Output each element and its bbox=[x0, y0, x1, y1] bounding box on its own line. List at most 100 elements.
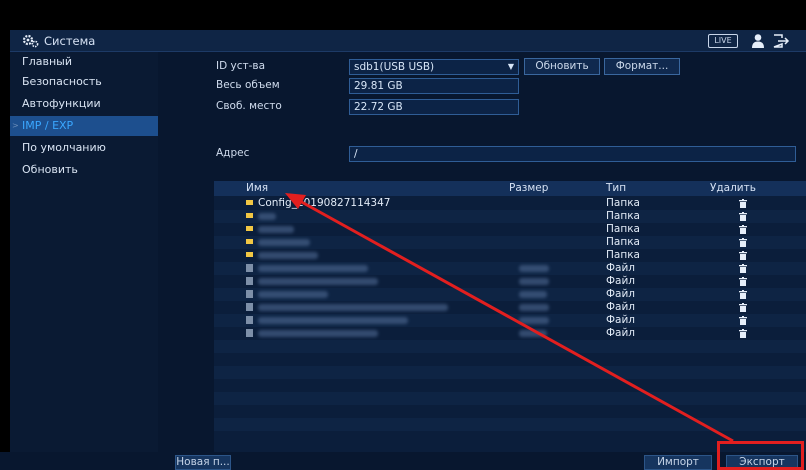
sidebar-item-default[interactable]: По умолчанию bbox=[10, 138, 158, 158]
table-row[interactable]: Файл bbox=[214, 327, 806, 340]
file-icon bbox=[246, 264, 253, 272]
trash-icon[interactable] bbox=[739, 290, 747, 299]
table-row[interactable]: Файл bbox=[214, 262, 806, 275]
trash-icon[interactable] bbox=[739, 264, 747, 273]
sidebar-menu: Главный Безопасность Автофункции > IMP / … bbox=[10, 52, 158, 470]
sidebar-item-autofunctions[interactable]: Автофункции bbox=[10, 94, 158, 114]
trash-icon[interactable] bbox=[739, 251, 747, 260]
folder-icon bbox=[246, 213, 253, 218]
settings-gear-icon bbox=[22, 34, 39, 48]
device-select-value: sdb1(USB USB) bbox=[354, 61, 435, 73]
table-row-empty bbox=[214, 392, 806, 405]
row-type: Папка bbox=[606, 236, 640, 248]
free-space-label: Своб. место bbox=[216, 100, 282, 112]
format-button[interactable]: Формат... bbox=[604, 58, 680, 75]
table-row-empty bbox=[214, 366, 806, 379]
total-size-label: Весь объем bbox=[216, 79, 280, 91]
file-table: Имя Размер Тип Удалить Config_2019082711… bbox=[214, 181, 806, 459]
row-type: Файл bbox=[606, 327, 636, 339]
window-title: Система bbox=[44, 34, 96, 48]
main-content: ID уст-ва sdb1(USB USB) ▼ Обновить Форма… bbox=[170, 52, 806, 470]
folder-icon bbox=[246, 200, 253, 205]
trash-icon[interactable] bbox=[739, 212, 747, 221]
table-row-empty bbox=[214, 405, 806, 418]
trash-icon[interactable] bbox=[739, 238, 747, 247]
column-header-name[interactable]: Имя bbox=[246, 182, 268, 194]
table-row[interactable]: Файл bbox=[214, 288, 806, 301]
title-bar: Система LIVE bbox=[10, 30, 806, 52]
row-type: Папка bbox=[606, 223, 640, 235]
folder-icon bbox=[246, 252, 253, 257]
table-row[interactable]: Папка bbox=[214, 210, 806, 223]
user-icon[interactable] bbox=[751, 33, 765, 49]
table-header: Имя Размер Тип Удалить bbox=[214, 181, 806, 196]
sidebar-item-label: Автофункции bbox=[22, 97, 101, 110]
import-button[interactable]: Импорт bbox=[644, 455, 712, 470]
table-row[interactable]: Папка bbox=[214, 223, 806, 236]
blurred-name bbox=[258, 213, 276, 220]
table-row-empty bbox=[214, 340, 806, 353]
address-label: Адрес bbox=[216, 147, 250, 159]
export-button[interactable]: Экспорт bbox=[726, 455, 798, 470]
folder-icon bbox=[246, 226, 253, 231]
trash-icon[interactable] bbox=[739, 329, 747, 338]
column-header-type[interactable]: Тип bbox=[606, 182, 626, 194]
row-type: Файл bbox=[606, 275, 636, 287]
chevron-right-icon: > bbox=[12, 121, 19, 130]
blurred-name bbox=[258, 252, 318, 259]
blurred-name bbox=[258, 239, 310, 246]
trash-icon[interactable] bbox=[739, 199, 747, 208]
row-type: Папка bbox=[606, 249, 640, 261]
table-row[interactable]: Папка bbox=[214, 236, 806, 249]
column-header-size[interactable]: Размер bbox=[509, 182, 548, 194]
row-type: Файл bbox=[606, 288, 636, 300]
blurred-name bbox=[258, 304, 448, 311]
blurred-name bbox=[258, 317, 408, 324]
sidebar-item-main[interactable]: Главный bbox=[10, 52, 158, 72]
total-size-value: 29.81 GB bbox=[349, 78, 519, 94]
table-row[interactable]: Файл bbox=[214, 301, 806, 314]
blurred-size bbox=[519, 265, 549, 272]
sidebar-item-label: По умолчанию bbox=[22, 141, 106, 154]
sidebar-item-label: IMP / EXP bbox=[22, 119, 74, 132]
blurred-size bbox=[519, 304, 549, 311]
live-button[interactable]: LIVE bbox=[708, 34, 738, 48]
blurred-name bbox=[258, 226, 294, 233]
table-row[interactable]: Config_20190827114347 Папка bbox=[214, 197, 806, 210]
trash-icon[interactable] bbox=[739, 225, 747, 234]
blurred-size bbox=[519, 330, 547, 337]
blurred-size bbox=[519, 291, 547, 298]
device-select[interactable]: sdb1(USB USB) ▼ bbox=[349, 59, 519, 75]
table-row[interactable]: Файл bbox=[214, 275, 806, 288]
exit-icon[interactable] bbox=[772, 33, 790, 49]
system-window: Система LIVE Главный Безопасность Автофу… bbox=[10, 30, 806, 470]
blurred-name bbox=[258, 330, 378, 337]
new-folder-button[interactable]: Новая п... bbox=[175, 455, 231, 470]
dropdown-caret-icon: ▼ bbox=[507, 62, 514, 71]
row-type: Папка bbox=[606, 197, 640, 209]
row-name: Config_20190827114347 bbox=[258, 197, 391, 209]
sidebar-item-label: Главный bbox=[22, 55, 72, 68]
sidebar-item-security[interactable]: Безопасность bbox=[10, 72, 158, 92]
row-type: Файл bbox=[606, 262, 636, 274]
address-field[interactable]: / bbox=[349, 146, 796, 162]
table-row[interactable]: Файл bbox=[214, 314, 806, 327]
row-type: Папка bbox=[606, 210, 640, 222]
trash-icon[interactable] bbox=[739, 277, 747, 286]
sidebar-item-update[interactable]: Обновить bbox=[10, 160, 158, 180]
file-icon bbox=[246, 316, 253, 324]
table-row-empty bbox=[214, 431, 806, 444]
file-icon bbox=[246, 277, 253, 285]
sidebar-item-label: Безопасность bbox=[22, 75, 102, 88]
sidebar-item-label: Обновить bbox=[22, 163, 78, 176]
column-header-delete: Удалить bbox=[710, 182, 756, 194]
trash-icon[interactable] bbox=[739, 303, 747, 312]
table-row[interactable]: Папка bbox=[214, 249, 806, 262]
table-row-empty bbox=[214, 418, 806, 431]
file-icon bbox=[246, 290, 253, 298]
refresh-button[interactable]: Обновить bbox=[524, 58, 600, 75]
sidebar-item-imp-exp[interactable]: > IMP / EXP bbox=[10, 116, 158, 136]
blurred-name bbox=[258, 278, 378, 285]
row-type: Файл bbox=[606, 301, 636, 313]
trash-icon[interactable] bbox=[739, 316, 747, 325]
